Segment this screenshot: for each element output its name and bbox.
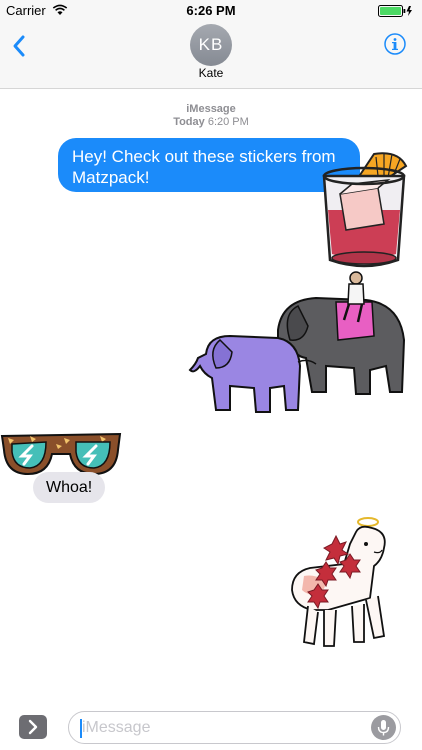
contact-avatar[interactable]: KB <box>190 24 232 66</box>
timestamp-day: Today <box>173 116 205 128</box>
message-input-placeholder: iMessage <box>82 719 151 736</box>
llama-sticker[interactable] <box>284 514 392 654</box>
message-input[interactable]: iMessage <box>68 711 401 744</box>
back-chevron-icon[interactable] <box>10 34 30 58</box>
timestamp-time: 6:20 PM <box>207 116 249 128</box>
timestamp: Today 6:20 PM <box>0 116 422 128</box>
chevron-right-icon <box>28 719 38 735</box>
service-label: iMessage <box>186 103 236 115</box>
microphone-icon <box>377 720 390 736</box>
status-bar: Carrier 6:26 PM <box>0 0 422 22</box>
conversation-header: KB Kate <box>0 22 422 89</box>
outgoing-message-bubble[interactable]: Hey! Check out these stickers from Matzp… <box>58 138 360 192</box>
incoming-message-bubble[interactable]: Whoa! <box>33 472 106 503</box>
sunglasses-sticker[interactable] <box>0 430 122 478</box>
microphone-button[interactable] <box>371 715 396 740</box>
info-icon[interactable] <box>384 33 406 55</box>
contact-name[interactable]: Kate <box>0 66 422 80</box>
status-time: 6:26 PM <box>186 3 236 18</box>
battery-icon <box>378 5 412 17</box>
app-drawer-button[interactable] <box>19 715 47 739</box>
elephants-sticker[interactable] <box>186 270 410 416</box>
cocktail-sticker[interactable] <box>318 148 410 272</box>
